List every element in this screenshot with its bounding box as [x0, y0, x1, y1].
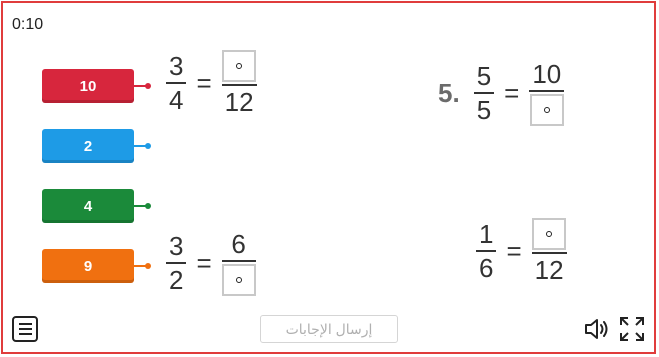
answer-slot[interactable]: [221, 264, 256, 296]
chip-label: 4: [83, 197, 93, 215]
denominator: 12: [534, 255, 564, 285]
menu-line: [18, 333, 32, 335]
answer-chip-10[interactable]: 10: [42, 69, 151, 103]
fullscreen-icon[interactable]: [619, 316, 645, 342]
equals-sign: =: [196, 67, 212, 98]
activity-frame: [1, 1, 656, 354]
denominator: 4: [169, 85, 184, 115]
fraction-bar: [166, 82, 187, 84]
equation-4: 1 6 = 12: [476, 218, 567, 284]
fraction-bar: [529, 90, 565, 92]
answer-slot[interactable]: [222, 50, 257, 82]
fraction-right: 10: [529, 59, 565, 126]
numerator: 3: [169, 231, 184, 261]
fraction-bar: [221, 84, 257, 86]
answer-chip-2[interactable]: 2: [42, 129, 151, 163]
question-number: 5.: [438, 77, 460, 108]
chip-connector-dot[interactable]: [145, 203, 151, 209]
equation-1: 3 4 = 12: [166, 50, 257, 116]
slot-pin-icon: [546, 231, 553, 237]
speaker-icon[interactable]: [584, 317, 610, 341]
fraction-bar: [531, 252, 567, 254]
equation-2: 5. 5 5 = 10: [438, 59, 565, 126]
fraction-bar: [221, 260, 256, 262]
slot-pin-icon: [543, 107, 550, 113]
fraction-right: 12: [531, 218, 567, 285]
menu-line: [18, 323, 32, 325]
equals-sign: =: [196, 247, 212, 278]
fraction-bar: [166, 262, 187, 264]
numerator: 10: [532, 59, 562, 89]
fraction-right: 6: [221, 229, 256, 296]
answer-slot[interactable]: [529, 94, 564, 126]
fraction-left: 3 2: [166, 231, 187, 295]
fraction-bar: [476, 250, 497, 252]
fraction-bar: [473, 92, 495, 94]
numerator: 6: [231, 229, 246, 259]
chip-connector-dot[interactable]: [145, 143, 151, 149]
menu-icon[interactable]: [12, 316, 38, 342]
equation-3: 3 2 = 6: [166, 230, 256, 296]
submit-answers-button[interactable]: إرسال الإجابات: [260, 315, 398, 343]
numerator: 3: [169, 51, 184, 81]
equals-sign: =: [504, 77, 520, 108]
chip-connector-dot[interactable]: [145, 263, 151, 269]
submit-label: إرسال الإجابات: [285, 320, 373, 337]
denominator: 12: [224, 87, 254, 117]
menu-line: [18, 328, 32, 330]
timer: 0:10: [12, 16, 44, 33]
denominator: 2: [169, 265, 184, 295]
fraction-left: 5 5: [473, 61, 495, 125]
denominator: 5: [476, 95, 492, 125]
chip-label: 10: [79, 77, 97, 95]
answer-chip-9[interactable]: 9: [42, 249, 151, 283]
answer-chip-4[interactable]: 4: [42, 189, 151, 223]
answer-slot[interactable]: [532, 218, 567, 250]
denominator: 6: [479, 253, 494, 283]
numerator: 1: [479, 219, 494, 249]
slot-pin-icon: [235, 277, 242, 283]
fraction-left: 3 4: [166, 51, 187, 115]
numerator: 5: [476, 61, 492, 91]
equals-sign: =: [506, 235, 522, 266]
fraction-right: 12: [221, 50, 257, 117]
chip-label: 2: [83, 137, 93, 155]
slot-pin-icon: [236, 63, 243, 69]
chip-label: 9: [83, 257, 93, 275]
chip-connector-dot[interactable]: [145, 83, 151, 89]
fraction-left: 1 6: [476, 219, 497, 283]
